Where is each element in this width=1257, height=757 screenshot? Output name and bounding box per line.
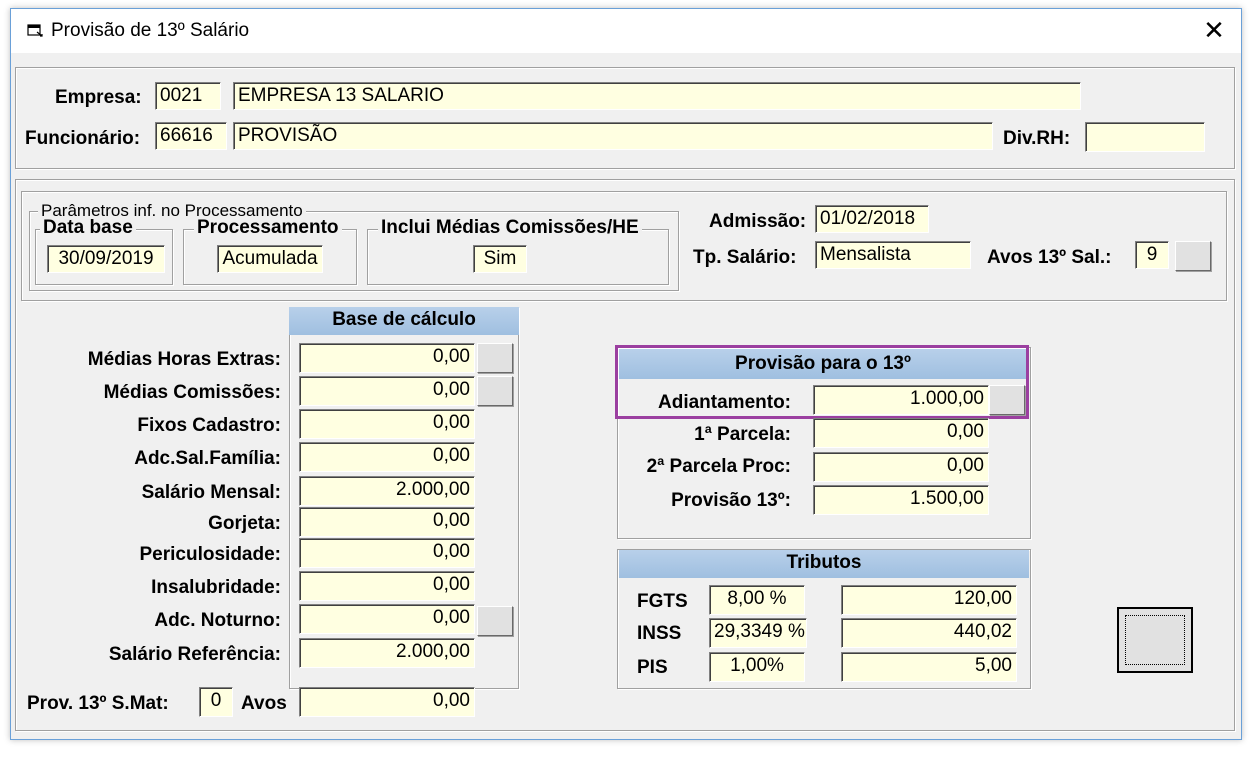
- medias-comissoes-button[interactable]: [477, 376, 513, 406]
- prov-smat-avos-field[interactable]: 0: [199, 687, 233, 717]
- data-base-field[interactable]: 30/09/2019: [47, 245, 165, 273]
- main-window: Provisão de 13º Salário ✕ Empresa: 0021 …: [10, 8, 1242, 740]
- base-row-label: Salário Referência:: [108, 644, 281, 665]
- base-row-label: Periculosidade:: [139, 544, 282, 565]
- avos-field[interactable]: 9: [1135, 241, 1169, 269]
- avos-label: Avos 13º Sal.:: [987, 247, 1112, 268]
- tributo-label: INSS: [637, 623, 682, 644]
- divrh-field[interactable]: [1085, 122, 1205, 152]
- base-row-label: Insalubridade:: [151, 577, 281, 598]
- medias-horas-extras-button[interactable]: [477, 343, 513, 373]
- provisao-row-label: 1ª Parcela:: [694, 424, 791, 445]
- base-row-label: Médias Horas Extras:: [87, 349, 281, 370]
- base-row-field[interactable]: 0,00: [299, 507, 475, 537]
- funcionario-label: Funcionário:: [25, 128, 141, 149]
- base-row-label: Fixos Cadastro:: [137, 415, 281, 436]
- data-base-label: Data base: [40, 217, 136, 239]
- empresa-name-field[interactable]: EMPRESA 13 SALARIO: [233, 82, 1081, 110]
- tributo-value-field[interactable]: 120,00: [841, 585, 1017, 615]
- action-button[interactable]: [1117, 607, 1193, 673]
- title-bar: Provisão de 13º Salário ✕: [11, 9, 1241, 53]
- provisao-row-label: Adiantamento:: [658, 392, 791, 413]
- tributo-rate-field[interactable]: 1,00%: [709, 652, 805, 682]
- tributo-rate-field[interactable]: 29,3349 %: [709, 618, 807, 648]
- base-row-field[interactable]: 0,00: [299, 343, 475, 373]
- inclui-field[interactable]: Sim: [473, 245, 527, 273]
- base-row-field[interactable]: 0,00: [299, 538, 475, 568]
- empresa-code-field[interactable]: 0021: [155, 82, 221, 110]
- base-row-field[interactable]: 0,00: [299, 604, 475, 634]
- tp-salario-label: Tp. Salário:: [693, 247, 797, 268]
- prov-smat-avos-label: Avos: [241, 693, 287, 714]
- base-row-field[interactable]: 2.000,00: [299, 638, 475, 668]
- prov-smat-label: Prov. 13º S.Mat:: [27, 693, 169, 714]
- base-row-field[interactable]: 2.000,00: [299, 476, 475, 506]
- funcionario-code-field[interactable]: 66616: [155, 122, 227, 150]
- base-row-label: Adc. Noturno:: [154, 610, 281, 631]
- tributo-rate-field[interactable]: 8,00 %: [709, 585, 805, 615]
- provisao-row-field[interactable]: 1.500,00: [813, 485, 989, 515]
- base-row-field[interactable]: 0,00: [299, 409, 475, 439]
- funcionario-name-field[interactable]: PROVISÃO: [233, 122, 993, 150]
- prov-smat-value-field[interactable]: 0,00: [299, 687, 475, 717]
- base-row-label: Médias Comissões:: [103, 382, 281, 403]
- tp-salario-field[interactable]: Mensalista: [815, 241, 971, 269]
- tributo-value-field[interactable]: 5,00: [841, 652, 1017, 682]
- window-icon: [27, 24, 43, 37]
- provisao-row-field[interactable]: 0,00: [813, 452, 989, 482]
- tributo-label: FGTS: [637, 591, 688, 612]
- adc-noturno-button[interactable]: [477, 606, 513, 636]
- adiantamento-button[interactable]: [989, 385, 1025, 415]
- base-row-label: Gorjeta:: [208, 513, 281, 534]
- processamento-label: Processamento: [194, 217, 342, 239]
- provisao-row-label: Provisão 13º:: [671, 490, 791, 511]
- provisao-row-field[interactable]: 0,00: [813, 418, 989, 448]
- processamento-field[interactable]: Acumulada: [217, 245, 323, 273]
- empresa-label: Empresa:: [55, 87, 142, 108]
- divrh-label: Div.RH:: [1003, 128, 1071, 149]
- base-row-label: Adc.Sal.Família:: [134, 448, 281, 469]
- base-row-label: Salário Mensal:: [141, 482, 281, 503]
- admissao-label: Admissão:: [709, 211, 807, 232]
- tributo-label: PIS: [637, 657, 668, 678]
- admissao-field[interactable]: 01/02/2018: [815, 205, 929, 233]
- provisao-row-label: 2ª Parcela Proc:: [646, 456, 791, 477]
- tributos-header: Tributos: [619, 550, 1029, 578]
- action-button-focus: [1125, 615, 1185, 665]
- avos-button[interactable]: [1175, 241, 1211, 271]
- window-title: Provisão de 13º Salário: [51, 20, 250, 41]
- close-icon[interactable]: ✕: [1197, 15, 1231, 47]
- tributo-value-field[interactable]: 440,02: [841, 618, 1017, 648]
- provisao-row-field[interactable]: 1.000,00: [813, 385, 989, 415]
- inclui-label: Inclui Médias Comissões/HE: [378, 217, 642, 239]
- base-row-field[interactable]: 0,00: [299, 376, 475, 406]
- base-row-field[interactable]: 0,00: [299, 442, 475, 472]
- base-calculo-header: Base de cálculo: [289, 307, 519, 335]
- base-row-field[interactable]: 0,00: [299, 571, 475, 601]
